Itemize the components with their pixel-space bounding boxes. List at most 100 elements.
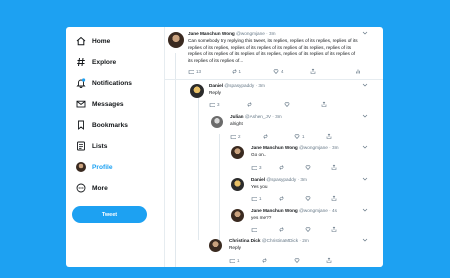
avatar[interactable]	[231, 178, 244, 191]
chevron-down-icon[interactable]	[362, 144, 368, 152]
reply-button[interactable]: 13	[188, 68, 202, 76]
share-button[interactable]	[331, 164, 339, 171]
author-name[interactable]: Julian	[230, 114, 244, 119]
tweet-actions	[251, 226, 366, 234]
share-button[interactable]	[331, 226, 339, 233]
sidebar-item-more[interactable]: More	[75, 181, 108, 195]
like-count: 1	[302, 134, 305, 139]
retweet-button[interactable]	[278, 226, 286, 233]
like-button[interactable]: 1	[294, 133, 305, 140]
avatar[interactable]	[231, 209, 244, 222]
thread-line	[219, 134, 220, 244]
retweet-button[interactable]	[262, 133, 270, 140]
bell-icon	[75, 77, 87, 89]
like-button[interactable]	[305, 195, 313, 202]
sidebar-item-label: More	[92, 184, 108, 192]
tweet-text: Yes you	[251, 184, 268, 189]
author-handle-time: @wongmjane · 3m	[236, 31, 276, 36]
home-icon	[75, 35, 87, 47]
retweet-button[interactable]	[261, 257, 269, 264]
retweet-icon	[262, 133, 270, 140]
author-handle-time: @spasypaddy · 3m	[266, 177, 307, 182]
sidebar-item-lists[interactable]: Lists	[75, 139, 107, 153]
sidebar-item-messages[interactable]: Messages	[75, 97, 124, 111]
analytics-button[interactable]	[355, 68, 363, 75]
chevron-down-icon[interactable]	[362, 82, 368, 90]
reply-icon	[230, 133, 238, 141]
sidebar-item-label: Profile	[92, 163, 113, 171]
author-handle-time: @Ashen_JV · 3m	[244, 114, 282, 119]
sidebar-item-label: Messages	[92, 100, 124, 108]
retweet-icon	[261, 257, 269, 264]
reply-button[interactable]: 1	[251, 195, 262, 203]
chevron-down-icon[interactable]	[362, 30, 368, 38]
like-button[interactable]	[294, 257, 302, 264]
like-button[interactable]	[305, 164, 313, 171]
author-name[interactable]: Jane Manchun Wong	[188, 31, 235, 36]
sidebar-item-label: Explore	[92, 58, 117, 66]
retweet-icon	[246, 101, 254, 108]
tweet-header: Jane Manchun Wong @wongmjane · 3m	[188, 31, 276, 36]
chevron-down-icon[interactable]	[362, 176, 368, 184]
avatar[interactable]	[168, 32, 184, 48]
tweet-actions: 13 1 4	[188, 68, 366, 76]
reply-button[interactable]: 3	[209, 101, 220, 109]
sidebar-item-label: Lists	[92, 142, 108, 150]
retweet-button[interactable]	[278, 195, 286, 202]
like-button[interactable]	[305, 226, 313, 233]
tweet-text: alright	[230, 121, 243, 126]
reply-button[interactable]: 1	[229, 257, 240, 265]
author-name[interactable]: Christina Dick	[229, 238, 261, 243]
author-handle-time: @wongmjane · 4s	[299, 208, 337, 213]
tweet-header: Christina Dick @ChristinaMDick · 2m	[229, 238, 309, 243]
retweet-button[interactable]	[246, 101, 254, 108]
sidebar-item-notifications[interactable]: Notifications	[75, 76, 132, 90]
author-name[interactable]: Jane Manchun Wong	[251, 145, 298, 150]
sidebar-item-profile[interactable]: Profile	[75, 160, 113, 174]
avatar	[75, 161, 87, 173]
share-icon	[326, 257, 334, 264]
avatar[interactable]	[190, 84, 204, 98]
chevron-down-icon[interactable]	[362, 207, 368, 215]
share-button[interactable]	[326, 133, 334, 140]
sidebar-item-label: Notifications	[92, 79, 132, 87]
bookmark-icon	[75, 119, 87, 131]
reply-button[interactable]: 2	[230, 133, 241, 141]
share-icon	[321, 101, 329, 108]
share-button[interactable]	[310, 68, 318, 75]
like-icon	[294, 133, 302, 140]
tweet-button[interactable]: Tweet	[72, 206, 147, 223]
retweet-icon	[278, 164, 286, 171]
share-button[interactable]	[331, 195, 339, 202]
author-name[interactable]: Daniel	[251, 177, 265, 182]
author-name[interactable]: Jane Manchun Wong	[251, 208, 298, 213]
like-button[interactable]: 4	[273, 68, 284, 75]
chevron-down-icon[interactable]	[362, 237, 368, 245]
avatar[interactable]	[211, 116, 223, 128]
retweet-button[interactable]: 1	[231, 68, 242, 75]
reply-count: 13	[196, 69, 202, 74]
sidebar-item-home[interactable]: Home	[75, 34, 110, 48]
retweet-count: 1	[238, 69, 242, 74]
sidebar-item-explore[interactable]: Explore	[75, 55, 116, 69]
reply-button[interactable]: 3	[251, 164, 262, 172]
tweet-text: Reply	[229, 245, 241, 250]
avatar[interactable]	[231, 146, 244, 159]
chevron-down-icon[interactable]	[362, 113, 368, 121]
author-name[interactable]: Daniel	[209, 83, 223, 88]
retweet-icon	[231, 68, 239, 75]
avatar[interactable]	[209, 239, 222, 252]
tweet-actions: 3	[209, 101, 366, 109]
reply-button[interactable]	[251, 226, 259, 234]
sidebar-item-bookmarks[interactable]: Bookmarks	[75, 118, 128, 132]
reply-icon	[251, 226, 259, 234]
like-button[interactable]	[284, 101, 292, 108]
share-button[interactable]	[326, 257, 334, 264]
tweet-header: Julian @Ashen_JV · 3m	[230, 114, 282, 119]
reply-icon	[251, 164, 259, 172]
retweet-button[interactable]	[278, 164, 286, 171]
share-button[interactable]	[321, 101, 329, 108]
mail-icon	[75, 98, 87, 110]
reply-icon	[209, 101, 217, 109]
author-handle-time: @ChristinaMDick · 2m	[261, 238, 309, 243]
